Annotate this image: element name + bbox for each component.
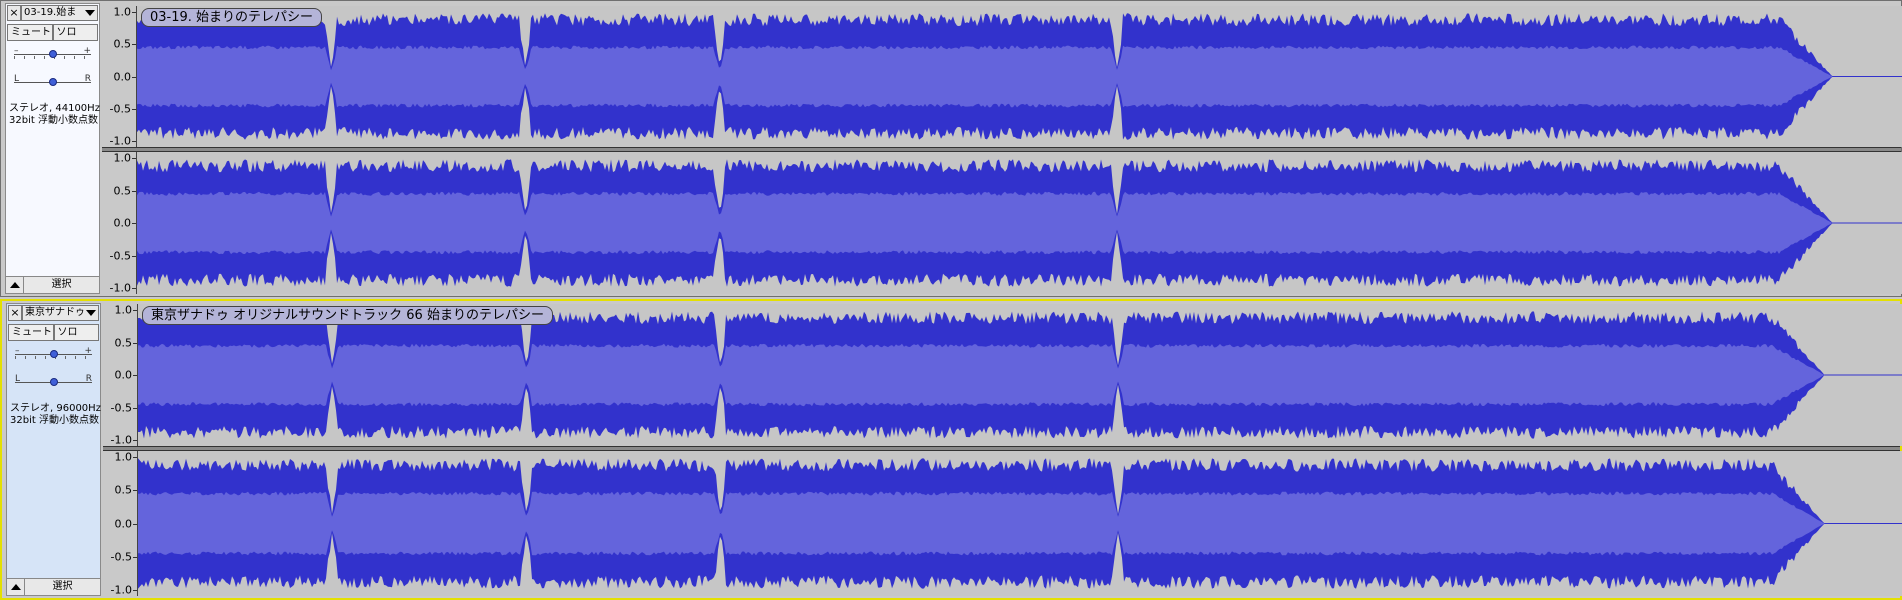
waveform-rms (137, 191, 1902, 255)
waveform-rms (138, 491, 1902, 556)
track-control-panel: × 03-19.始ま ミュート ソロ – + L R ステレオ, 44100Hz… (5, 3, 100, 294)
waveform (137, 159, 1902, 287)
ruler-tick-label: 0.5 (114, 483, 133, 497)
mute-button[interactable]: ミュート (8, 324, 54, 341)
track-name-label: 東京ザナドゥ (25, 307, 85, 318)
track-name-menu[interactable]: 東京ザナドゥ (22, 305, 99, 321)
ruler-tick-label: 1.0 (114, 450, 133, 464)
gain-slider[interactable]: – + (15, 346, 92, 360)
ruler-tick-label: 0.0 (114, 517, 133, 530)
solo-button[interactable]: ソロ (52, 24, 98, 41)
triangle-up-icon (11, 584, 21, 590)
ruler-tick-label: 0.0 (113, 70, 132, 83)
ruler-tick-label: 0.0 (113, 216, 132, 230)
audio-track-1[interactable]: × 03-19.始ま ミュート ソロ – + L R ステレオ, 44100Hz… (0, 0, 1902, 297)
sample-format-line1: ステレオ, 44100Hz (9, 103, 100, 114)
ruler-tick-label: 1.0 (114, 303, 133, 317)
vertical-ruler: 1.0 0.5 0.0 -0.5 -1.0 (102, 6, 137, 147)
ruler-tick-label: 1.0 (113, 5, 132, 19)
vertical-ruler: 1.0 0.5 0.0 -0.5 -1.0 (103, 451, 138, 596)
ruler-tick-label: -0.5 (109, 102, 131, 116)
sample-format-line2: 32bit 浮動小数点数 (9, 115, 98, 126)
ruler-tick-label: 0.5 (113, 37, 132, 51)
collapse-track-button[interactable] (6, 277, 24, 293)
ruler-tick-label: -1.0 (110, 433, 132, 447)
waveform-area[interactable] (137, 152, 1902, 294)
ruler-tick-label: -1.0 (109, 134, 131, 148)
sample-format-line2: 32bit 浮動小数点数 (10, 415, 99, 426)
ruler-tick-label: 0.5 (114, 336, 133, 349)
mute-button[interactable]: ミュート (7, 24, 53, 41)
ruler-tick-label: -0.5 (110, 401, 132, 414)
waveform (137, 13, 1902, 140)
collapse-track-button[interactable] (7, 579, 25, 595)
select-track-button[interactable]: 選択 (24, 277, 99, 293)
waveform-rms (138, 343, 1902, 407)
ruler-tick-label: 1.0 (113, 151, 132, 165)
clip-name-label[interactable]: 東京ザナドゥ オリジナルサウンドトラック 66 始まりのテレパシー (142, 306, 553, 325)
waveform (138, 458, 1902, 589)
vertical-ruler: 1.0 0.5 0.0 -0.5 -1.0 (103, 304, 138, 446)
clip-name-label[interactable]: 03-19. 始まりのテレパシー (141, 8, 323, 27)
pan-slider[interactable]: L R (15, 374, 92, 388)
ruler-tick-label: -1.0 (109, 281, 131, 295)
ruler-tick-label: -0.5 (109, 249, 131, 262)
audio-track-2[interactable]: × 東京ザナドゥ ミュート ソロ – + L R ステレオ, 96000Hz 3… (0, 299, 1902, 600)
gain-slider[interactable]: – + (14, 46, 91, 60)
pan-slider-thumb[interactable] (48, 78, 57, 86)
track-control-panel: × 東京ザナドゥ ミュート ソロ – + L R ステレオ, 96000Hz 3… (6, 303, 101, 596)
waveform-rms (137, 45, 1902, 108)
pan-slider[interactable]: L R (14, 74, 91, 88)
waveform (138, 311, 1902, 439)
ruler-tick-label: -0.5 (110, 550, 132, 564)
chevron-down-icon (85, 10, 95, 16)
close-track-icon[interactable]: × (7, 5, 21, 21)
track-name-menu[interactable]: 03-19.始ま (21, 5, 98, 21)
left-channel[interactable]: 1.0 0.5 0.0 -0.5 -1.0 東京ザナドゥ オリジナルサウンドトラック 6… (103, 304, 1902, 446)
chevron-down-icon (86, 310, 96, 316)
right-channel[interactable]: 1.0 0.5 0.0 -0.5 -1.0 (103, 451, 1902, 596)
pan-slider-thumb[interactable] (49, 378, 58, 386)
solo-button[interactable]: ソロ (53, 324, 99, 341)
ruler-tick-label: -1.0 (110, 583, 132, 597)
triangle-up-icon (10, 282, 20, 288)
track-name-label: 03-19.始ま (24, 7, 77, 18)
left-channel[interactable]: 1.0 0.5 0.0 -0.5 -1.0 03-19. 始まりのテレパシー (102, 6, 1902, 147)
close-track-icon[interactable]: × (8, 305, 22, 321)
waveform-area[interactable] (138, 451, 1902, 596)
ruler-tick-label: 0.5 (113, 184, 132, 197)
waveform-area[interactable]: 03-19. 始まりのテレパシー (137, 6, 1902, 147)
right-channel[interactable]: 1.0 0.5 0.0 -0.5 -1.0 (102, 152, 1902, 294)
vertical-ruler: 1.0 0.5 0.0 -0.5 -1.0 (102, 152, 137, 294)
select-track-button[interactable]: 選択 (25, 579, 100, 595)
gain-slider-thumb[interactable] (49, 350, 58, 358)
waveform-area[interactable]: 東京ザナドゥ オリジナルサウンドトラック 66 始まりのテレパシー (138, 304, 1902, 446)
sample-format-line1: ステレオ, 96000Hz (10, 403, 101, 414)
ruler-tick-label: 0.0 (114, 368, 133, 382)
gain-slider-thumb[interactable] (48, 50, 57, 58)
